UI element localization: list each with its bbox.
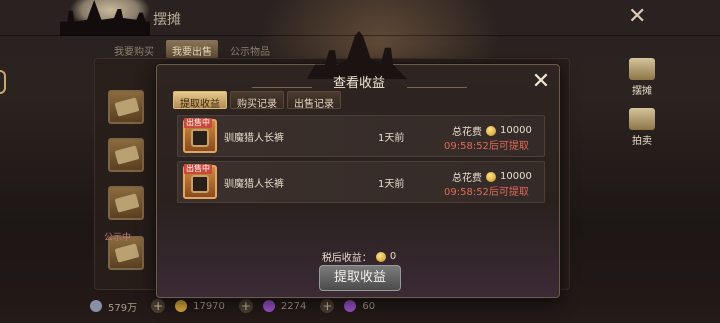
currency-value: 60 <box>362 300 376 312</box>
item-name: 驯魔猎人长裤 <box>224 133 284 144</box>
market-item-slot[interactable] <box>108 138 144 172</box>
pants-item-icon: 出售中 <box>183 118 217 153</box>
list-item[interactable]: 出售中 驯魔猎人长裤 1天前 总花费 10000 09:58:52后可提取 <box>177 115 545 157</box>
add-gem-button[interactable]: + <box>320 299 335 313</box>
window-title: 摆摊 <box>153 12 181 28</box>
gem-icon <box>262 300 275 312</box>
tab-sale-history[interactable]: 出售记录 <box>287 91 341 110</box>
gold-coin-icon <box>175 300 188 312</box>
gold-coin-icon <box>486 125 496 136</box>
currency-crystal: 60 <box>344 300 375 312</box>
tab-public[interactable]: 公示物品 <box>224 40 276 58</box>
public-badge: 公示中 <box>104 233 132 243</box>
dialog-tabs: 提取收益 购买记录 出售记录 <box>173 91 341 110</box>
close-icon[interactable]: ✕ <box>529 71 553 95</box>
tab-withdraw-earnings[interactable]: 提取收益 <box>173 91 227 110</box>
withdraw-earnings-button[interactable]: 提取收益 <box>319 265 401 291</box>
withdraw-countdown: 09:58:52后可提取 <box>444 141 529 152</box>
cost-value: 10000 <box>500 171 532 182</box>
gold-coin-icon <box>486 171 496 182</box>
cost-label: 总花费 <box>452 173 482 184</box>
after-tax-earnings: 税后收益： 0 <box>157 249 561 264</box>
tab-purchase-history[interactable]: 购买记录 <box>230 91 284 110</box>
earnings-list: 出售中 驯魔猎人长裤 1天前 总花费 10000 09:58:52后可提取 出售… <box>177 115 545 207</box>
cost-value: 10000 <box>500 125 532 136</box>
currency-gold: 17970 + <box>175 299 257 313</box>
market-item-slot[interactable] <box>108 186 144 220</box>
top-bar: 摆摊 ✕ <box>0 0 720 36</box>
dialog-title: 查看收益 <box>332 76 385 91</box>
currency-value: 17970 <box>193 300 225 312</box>
cost-label: 总花费 <box>452 127 482 138</box>
item-cost: 总花费 10000 <box>452 123 532 138</box>
item-time: 1天前 <box>378 179 405 190</box>
currency-gem: 2274 + <box>262 299 338 313</box>
item-time: 1天前 <box>378 133 405 144</box>
crystal-icon <box>344 300 357 312</box>
stall-icon <box>629 58 655 80</box>
add-gold-button[interactable]: + <box>238 299 253 313</box>
status-badge: 出售中 <box>184 118 212 128</box>
currency-bar: 579万 + 17970 + 2274 + 60 <box>90 296 381 316</box>
auction-icon <box>629 108 655 130</box>
currency-value: 579万 <box>108 302 138 314</box>
add-silver-button[interactable]: + <box>151 299 166 313</box>
tab-sell[interactable]: 我要出售 <box>166 40 218 58</box>
earnings-dialog: 查看收益 ✕ 提取收益 购买记录 出售记录 出售中 驯魔猎人长裤 1天前 总花费… <box>156 31 561 298</box>
tax-label: 税后收益： <box>321 253 372 264</box>
currency-silver: 579万 + <box>90 299 169 314</box>
crossed-swords-close-icon[interactable]: ✕ <box>628 6 654 28</box>
market-item-slot[interactable] <box>108 90 144 124</box>
side-menu-label: 拍卖 <box>632 136 652 147</box>
tax-value: 0 <box>389 251 397 262</box>
item-name: 驯魔猎人长裤 <box>224 179 284 190</box>
side-menu-auction[interactable]: 拍卖 <box>626 108 658 147</box>
withdraw-countdown: 09:58:52后可提取 <box>444 187 529 198</box>
left-arrow-icon[interactable] <box>0 70 6 94</box>
side-menu-label: 摆摊 <box>632 86 652 97</box>
side-menu-stall[interactable]: 摆摊 <box>626 58 658 97</box>
market-tabs: 我要购买 我要出售 公示物品 <box>108 40 276 58</box>
gold-coin-icon <box>375 251 386 262</box>
list-item[interactable]: 出售中 驯魔猎人长裤 1天前 总花费 10000 09:58:52后可提取 <box>177 161 545 203</box>
currency-value: 2274 <box>280 300 307 312</box>
status-badge: 出售中 <box>184 164 212 174</box>
tab-buy[interactable]: 我要购买 <box>108 40 160 58</box>
item-cost: 总花费 10000 <box>452 169 532 184</box>
silver-coin-icon <box>90 300 102 312</box>
pants-item-icon: 出售中 <box>183 164 217 199</box>
